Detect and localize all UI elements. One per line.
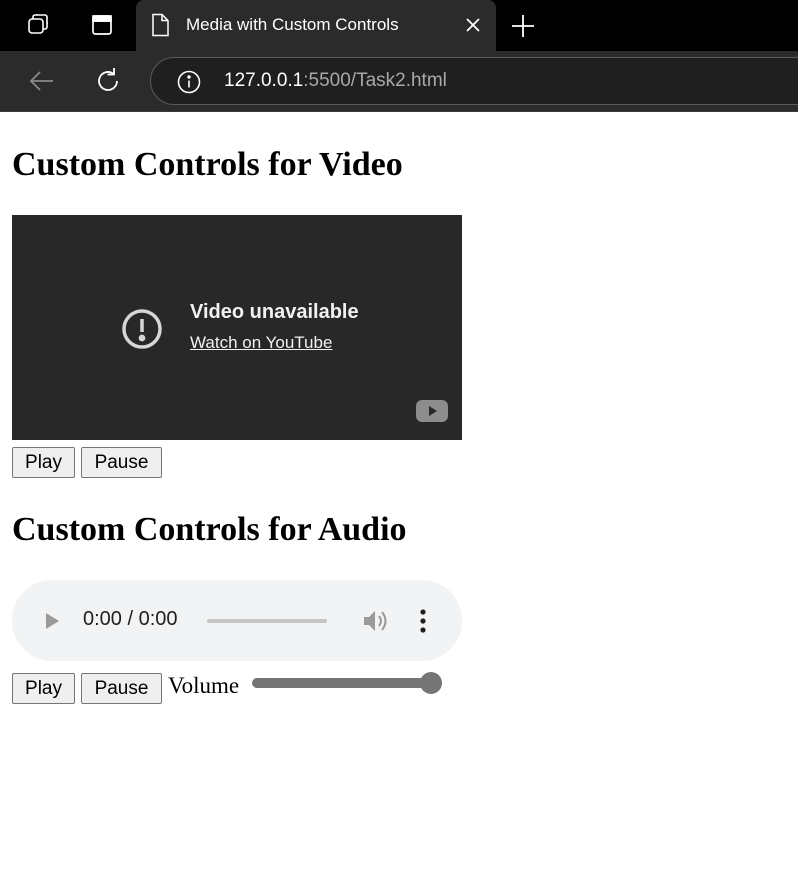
video-heading: Custom Controls for Video: [12, 146, 403, 183]
workspaces-icon: [28, 14, 48, 34]
audio-time-display: 0:00 / 0:00: [83, 608, 178, 630]
video-play-button[interactable]: Play: [12, 447, 75, 478]
video-pause-button[interactable]: Pause: [81, 447, 162, 478]
video-player[interactable]: Video unavailable Watch on YouTube: [12, 215, 462, 440]
workspaces-button[interactable]: [21, 7, 57, 43]
back-arrow-icon[interactable]: [27, 66, 57, 96]
browser-tab-bar: Media with Custom Controls: [0, 0, 798, 51]
audio-play-button[interactable]: Play: [12, 673, 75, 704]
address-bar[interactable]: 127.0.0.1:5500/Task2.html: [150, 57, 798, 105]
browser-toolbar: 127.0.0.1:5500/Task2.html: [0, 51, 798, 112]
site-info-icon[interactable]: [177, 70, 201, 94]
audio-player: 0:00 / 0:00: [12, 580, 462, 661]
volume-label: Volume: [168, 673, 240, 698]
close-tab-icon[interactable]: [462, 14, 484, 36]
tab-title: Media with Custom Controls: [186, 15, 399, 34]
youtube-logo-icon[interactable]: [416, 400, 448, 422]
url-path: :5500/Task2.html: [303, 70, 447, 91]
watch-on-youtube-link[interactable]: Watch on YouTube: [190, 333, 332, 353]
active-tab[interactable]: Media with Custom Controls: [136, 0, 496, 51]
url-host: 127.0.0.1: [224, 70, 304, 91]
error-icon: [122, 309, 162, 349]
url-text: 127.0.0.1:5500/Task2.html: [224, 70, 447, 92]
volume-icon[interactable]: [361, 608, 389, 634]
refresh-icon[interactable]: [93, 66, 123, 96]
document-icon: [152, 13, 169, 37]
video-unavailable-message: Video unavailable: [190, 301, 359, 323]
tab-actions-icon: [92, 15, 112, 35]
audio-pause-button[interactable]: Pause: [81, 673, 162, 704]
volume-slider-track: [252, 678, 432, 688]
play-icon[interactable]: [42, 610, 62, 632]
volume-slider-thumb[interactable]: [420, 672, 442, 694]
audio-progress-bar[interactable]: [207, 619, 327, 623]
new-tab-icon[interactable]: [509, 12, 537, 40]
tab-actions-button[interactable]: [84, 7, 120, 43]
more-options-icon[interactable]: [412, 607, 434, 635]
audio-heading: Custom Controls for Audio: [12, 511, 407, 548]
volume-slider[interactable]: [250, 671, 444, 695]
